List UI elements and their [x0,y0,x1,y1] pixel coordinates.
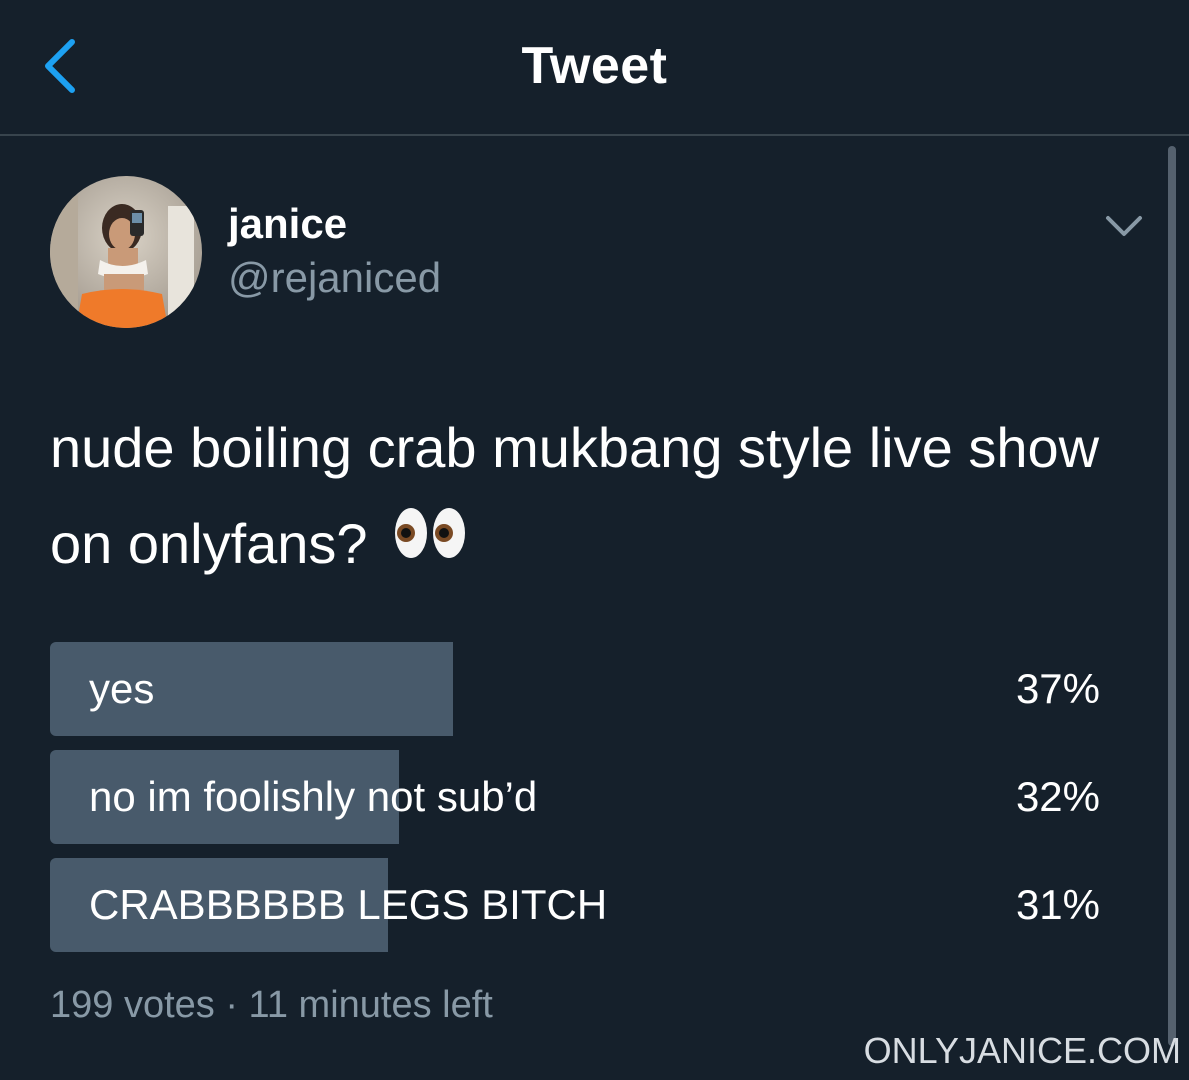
author-display-name[interactable]: janice [228,200,347,248]
poll-option-percent: 37% [1015,665,1100,712]
chevron-down-icon [1106,216,1142,236]
more-options-button[interactable] [1100,206,1148,246]
poll-option-label: yes [89,665,155,712]
poll-option-percent: 31% [1015,881,1100,928]
poll-option-no: no im foolishly not sub’d 32% [50,750,1110,844]
profile-photo-image [50,176,202,328]
poll-meta: 199 votes · 11 minutes left [50,984,493,1026]
eyes-emoji-icon [393,494,467,590]
poll-option-crab-legs: CRABBBBBB LEGS BITCH 31% [50,858,1110,952]
tweet-text: nude boiling crab mukbang style live sho… [50,416,1100,575]
poll-option-label: no im foolishly not sub’d [89,773,538,820]
watermark: ONLYJANICE.COM [863,1030,1181,1071]
page-title: Tweet [521,37,668,95]
avatar[interactable] [50,176,202,328]
top-navigation-bar: Tweet [0,0,1189,136]
poll-option-yes: yes 37% [50,642,1110,736]
tweet-body: nude boiling crab mukbang style live sho… [50,400,1140,596]
author-handle[interactable]: @rejaniced [228,254,441,302]
scrollbar[interactable] [1168,146,1176,1046]
tweet-detail-screen: Tweet janice @rejaniced nude boiling cra… [0,0,1189,1080]
poll-option-percent: 32% [1015,773,1100,820]
poll-option-label: CRABBBBBB LEGS BITCH [89,881,608,928]
